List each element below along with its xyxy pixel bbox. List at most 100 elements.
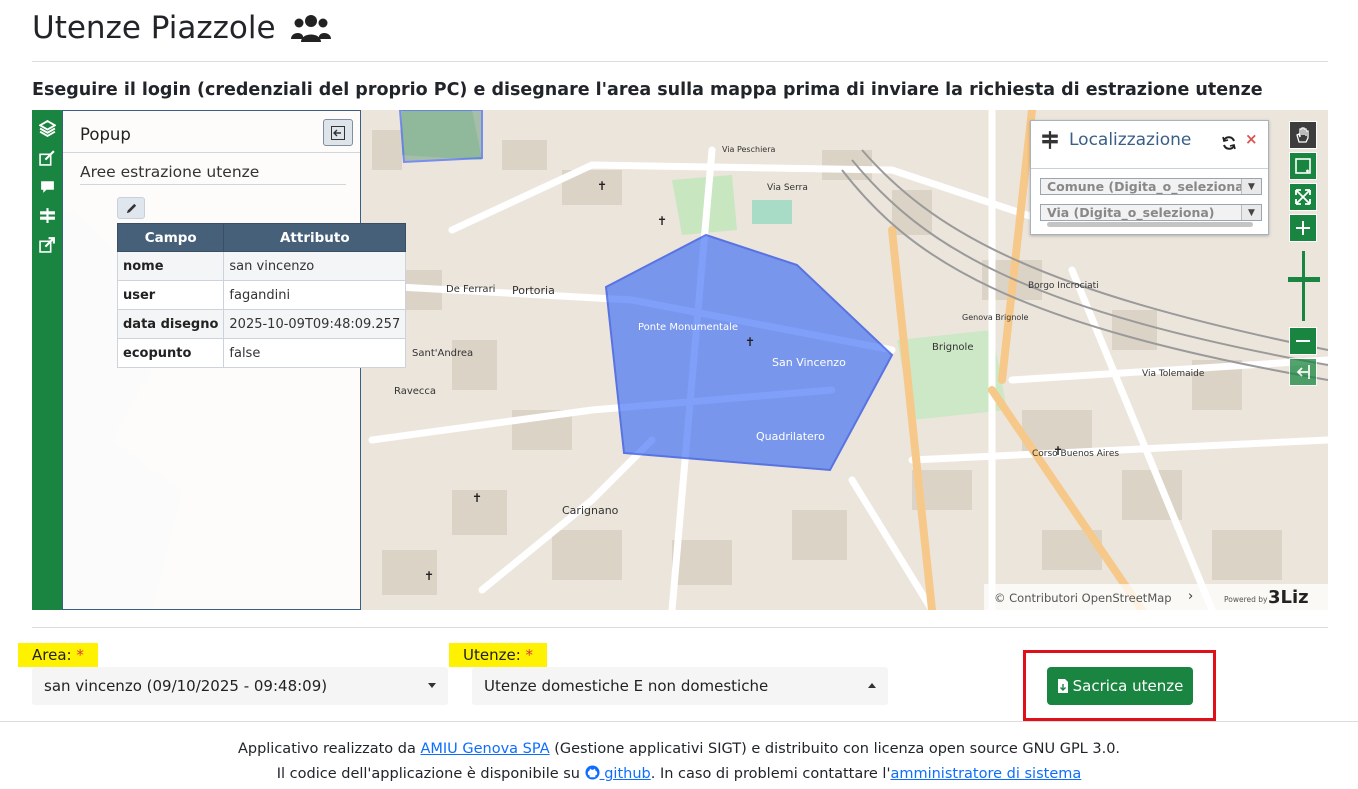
download-users-button[interactable]: Sacrica utenze [1047,667,1193,705]
popup-collapse-button[interactable] [323,119,353,146]
field-name: user [116,280,225,310]
svg-text:✝: ✝ [597,179,607,193]
chevron-down-icon: ▼ [1241,179,1261,194]
zoom-in-button[interactable] [1289,214,1317,242]
map-label-via-tolemaide: Via Tolemaide [1142,369,1205,379]
pan-button[interactable] [1289,121,1317,149]
footer-text: (Gestione applicativi SIGT) e distribuit… [549,741,1121,757]
zoom-extent-button[interactable] [1289,183,1317,211]
3liz-logo[interactable]: 3Liz [1268,587,1309,608]
localizzazione-title-text: Localizzazione [1069,130,1192,150]
file-download-icon [1057,679,1068,693]
page-title: Utenze Piazzole [32,10,332,46]
horizontal-scrollbar[interactable] [1037,220,1263,229]
popup-layer-name: Aree estrazione utenze [80,163,346,185]
footer-line-2: Il codice dell'applicazione è disponibil… [0,765,1358,782]
required-mark: * [525,646,534,664]
chevron-up-icon [868,683,876,688]
locate-button[interactable] [32,201,62,230]
page-title-text: Utenze Piazzole [32,10,276,46]
popup-title: Popup [80,125,131,144]
share-icon [38,237,55,253]
map-label-via-peschiera: Via Peschiera [722,145,775,154]
chevron-down-icon: ▼ [1241,205,1261,220]
field-value: false [223,338,407,368]
layers-button[interactable] [32,114,62,143]
zoom-slider-handle[interactable] [1288,277,1320,282]
share-button[interactable] [32,230,62,259]
close-icon[interactable]: × [1245,130,1258,148]
download-button-label: Sacrica utenze [1072,677,1184,695]
powered-by-text: Powered by [1224,595,1268,604]
map-label-corso-buenos-aires: Corso Buenos Aires [1032,449,1119,459]
map-label-genova-brignole: Genova Brignole [962,313,1029,322]
map-label-ravecca: Ravecca [394,386,436,397]
refresh-icon[interactable] [1221,135,1237,151]
footer-text: Applicativo realizzato da [237,741,421,757]
map-label-brignole: Brignole [932,342,973,353]
area-select[interactable]: san vincenzo (09/10/2025 - 09:48:09) [32,667,448,705]
field-value: san vincenzo [223,251,407,281]
admin-contact-link[interactable]: amministratore di sistema [890,766,1081,782]
amiu-link[interactable]: AMIU Genova SPA [420,741,549,757]
table-row: data disegno 2025-10-09T09:48:09.257 [116,309,407,339]
svg-text:✝: ✝ [424,569,434,583]
footer-line-1: Applicativo realizzato da AMIU Genova SP… [0,741,1358,757]
zoom-slider[interactable] [1302,251,1305,321]
map-label-de-ferrari: De Ferrari [446,284,495,295]
field-value: fagandini [223,280,407,310]
comune-placeholder: Comune (Digita_o_seleziona) [1047,179,1250,194]
localizzazione-title: Localizzazione [1041,130,1191,150]
field-name: ecopunto [116,338,225,368]
github-icon [585,765,600,780]
footer-text: Il codice dell'applicazione è disponibil… [276,766,585,782]
svg-text:✝: ✝ [472,491,482,505]
pencil-icon [126,203,136,213]
chevron-right-icon[interactable]: › [1188,589,1193,604]
area-label: Area: * [18,643,98,667]
zoom-in-icon [1296,221,1310,235]
footer-text: . In caso di problemi contattare l' [650,766,891,782]
svg-text:✝: ✝ [657,214,667,228]
via-placeholder: Via (Digita_o_seleziona) [1047,205,1215,220]
column-header-campo: Campo [116,223,225,252]
area-select-value: san vincenzo (09/10/2025 - 09:48:09) [44,677,328,695]
draw-button[interactable] [32,143,62,172]
map-label-quadrilatero: Quadrilatero [756,430,825,443]
area-label-text: Area: [32,646,72,664]
zoom-out-button[interactable] [1289,327,1317,355]
zoom-extent-icon [1295,189,1311,205]
table-row: nome san vincenzo [116,251,407,281]
edit-feature-button[interactable] [117,197,145,219]
column-header-attributo: Attributo [223,223,407,252]
github-link[interactable]: github [585,765,651,782]
users-icon [290,15,331,42]
field-name: data disegno [116,309,225,339]
previous-extent-button[interactable] [1289,358,1317,386]
zoom-box-button[interactable] [1289,152,1317,180]
map-label-ponte-monumentale: Ponte Monumentale [638,322,738,333]
utenze-label-text: Utenze: [463,646,521,664]
signpost-icon [1042,131,1058,149]
utenze-select[interactable]: Utenze domestiche E non domestiche [472,667,888,705]
form-divider [32,627,1328,628]
svg-text:✝: ✝ [1053,444,1063,458]
map-label-portoria: Portoria [512,284,555,297]
map-label-sant-andrea: Sant'Andrea [412,348,473,359]
via-select[interactable]: Via (Digita_o_seleziona) ▼ [1040,204,1262,221]
github-link-text: github [599,766,651,782]
localizzazione-panel: Localizzazione × Comune (Digita_o_selezi… [1030,120,1269,235]
layers-icon [38,120,56,137]
zoom-out-icon [1296,340,1310,342]
field-name: nome [116,251,225,281]
scrollbar-thumb[interactable] [1047,222,1253,227]
comune-select[interactable]: Comune (Digita_o_seleziona) ▼ [1040,178,1262,195]
svg-text:✝: ✝ [745,335,755,349]
osm-attribution[interactable]: © Contributori OpenStreetMap [994,591,1172,605]
field-value: 2025-10-09T09:48:09.257 [223,309,407,339]
chevron-down-icon [428,683,436,688]
collapse-left-icon [331,125,345,140]
map-viewer[interactable]: De Ferrari Portoria Ponte Monumentale Sa… [32,110,1328,610]
popup-button[interactable] [32,172,62,201]
comment-icon [40,181,54,193]
